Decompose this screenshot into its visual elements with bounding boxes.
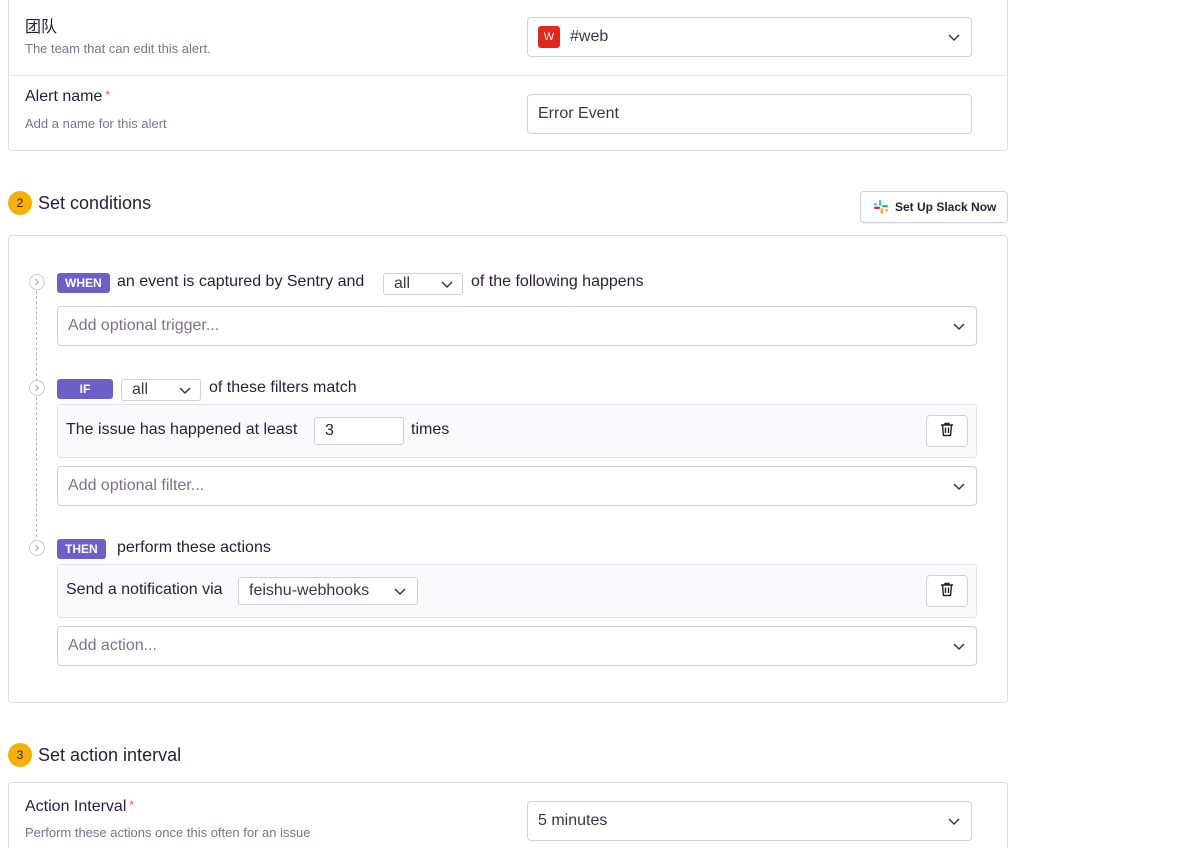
add-filter-placeholder: Add optional filter...: [68, 477, 205, 494]
setup-slack-button[interactable]: Set Up Slack Now: [860, 191, 1008, 223]
add-action-select[interactable]: Add action...: [57, 626, 977, 666]
if-tag: IF: [57, 379, 113, 399]
team-label: 团队: [25, 19, 58, 36]
timeline-line: [36, 397, 37, 537]
chevron-down-icon: [952, 319, 966, 333]
action-interval-label: Action Interval *: [25, 798, 135, 815]
setup-slack-label: Set Up Slack Now: [895, 200, 997, 214]
chevron-down-icon: [947, 814, 961, 828]
team-select[interactable]: W #web: [527, 17, 972, 57]
step-2-title: Set conditions: [38, 193, 152, 213]
chevron-right-icon: [29, 274, 45, 290]
filter-rule: The issue has happened at least 3 times: [57, 404, 977, 458]
action-rule: Send a notification via feishu-webhooks: [57, 564, 977, 618]
add-trigger-placeholder: Add optional trigger...: [68, 317, 220, 334]
team-select-value: #web: [570, 28, 609, 45]
chevron-right-icon: [29, 380, 45, 396]
filter-count-value: 3: [325, 422, 334, 439]
when-tag: WHEN: [57, 273, 110, 293]
chevron-down-icon: [947, 30, 961, 44]
notification-service-select[interactable]: feishu-webhooks: [238, 577, 418, 605]
when-prefix: an event is captured by Sentry and: [117, 273, 365, 290]
trash-icon: [939, 421, 955, 442]
if-match-value: all: [132, 381, 149, 398]
action-rule-prefix: Send a notification via: [66, 581, 223, 598]
action-interval-select[interactable]: 5 minutes: [527, 801, 972, 841]
team-help: The team that can edit this alert.: [25, 41, 211, 56]
if-suffix: of these filters match: [209, 379, 357, 396]
chevron-right-icon: [29, 540, 45, 556]
conditions-panel: WHEN an event is captured by Sentry and …: [8, 235, 1008, 703]
delete-action-button[interactable]: [926, 575, 968, 607]
chevron-down-icon: [178, 383, 192, 397]
alert-name-value: Error Event: [538, 105, 619, 122]
timeline-line: [36, 291, 37, 381]
then-suffix: perform these actions: [117, 539, 271, 556]
filter-rule-prefix: The issue has happened at least: [66, 421, 298, 438]
filter-rule-suffix: times: [411, 421, 450, 438]
slack-icon: [873, 199, 889, 215]
step-3-badge: 3: [8, 743, 32, 767]
action-interval-value: 5 minutes: [538, 812, 608, 829]
delete-filter-button[interactable]: [926, 415, 968, 447]
add-filter-select[interactable]: Add optional filter...: [57, 466, 977, 506]
alert-name-input[interactable]: Error Event: [527, 94, 972, 134]
then-tag: THEN: [57, 539, 106, 559]
action-interval-help: Perform these actions once this often fo…: [25, 825, 311, 840]
team-avatar: W: [538, 26, 560, 48]
team-row: 团队 The team that can edit this alert. W …: [9, 0, 1007, 76]
if-match-select[interactable]: all: [121, 379, 201, 401]
chevron-down-icon: [393, 584, 407, 598]
trash-icon: [939, 581, 955, 602]
step-2-badge: 2: [8, 191, 32, 215]
filter-count-input[interactable]: 3: [314, 417, 404, 445]
add-trigger-select[interactable]: Add optional trigger...: [57, 306, 977, 346]
when-suffix: of the following happens: [471, 273, 644, 290]
chevron-down-icon: [952, 639, 966, 653]
when-match-value: all: [394, 275, 411, 292]
chevron-down-icon: [440, 277, 454, 291]
alert-name-help: Add a name for this alert: [25, 116, 167, 131]
alert-name-row: Alert name * Add a name for this alert Er…: [9, 76, 1007, 152]
alert-name-label: Alert name *: [25, 88, 111, 105]
alert-details-panel: 团队 The team that can edit this alert. W …: [8, 0, 1008, 151]
action-interval-panel: Action Interval * Perform these actions o…: [8, 782, 1008, 848]
when-match-select[interactable]: all: [383, 273, 463, 295]
add-action-placeholder: Add action...: [68, 637, 157, 654]
step-3-title: Set action interval: [38, 745, 182, 765]
chevron-down-icon: [952, 479, 966, 493]
notification-service-value: feishu-webhooks: [249, 582, 370, 599]
